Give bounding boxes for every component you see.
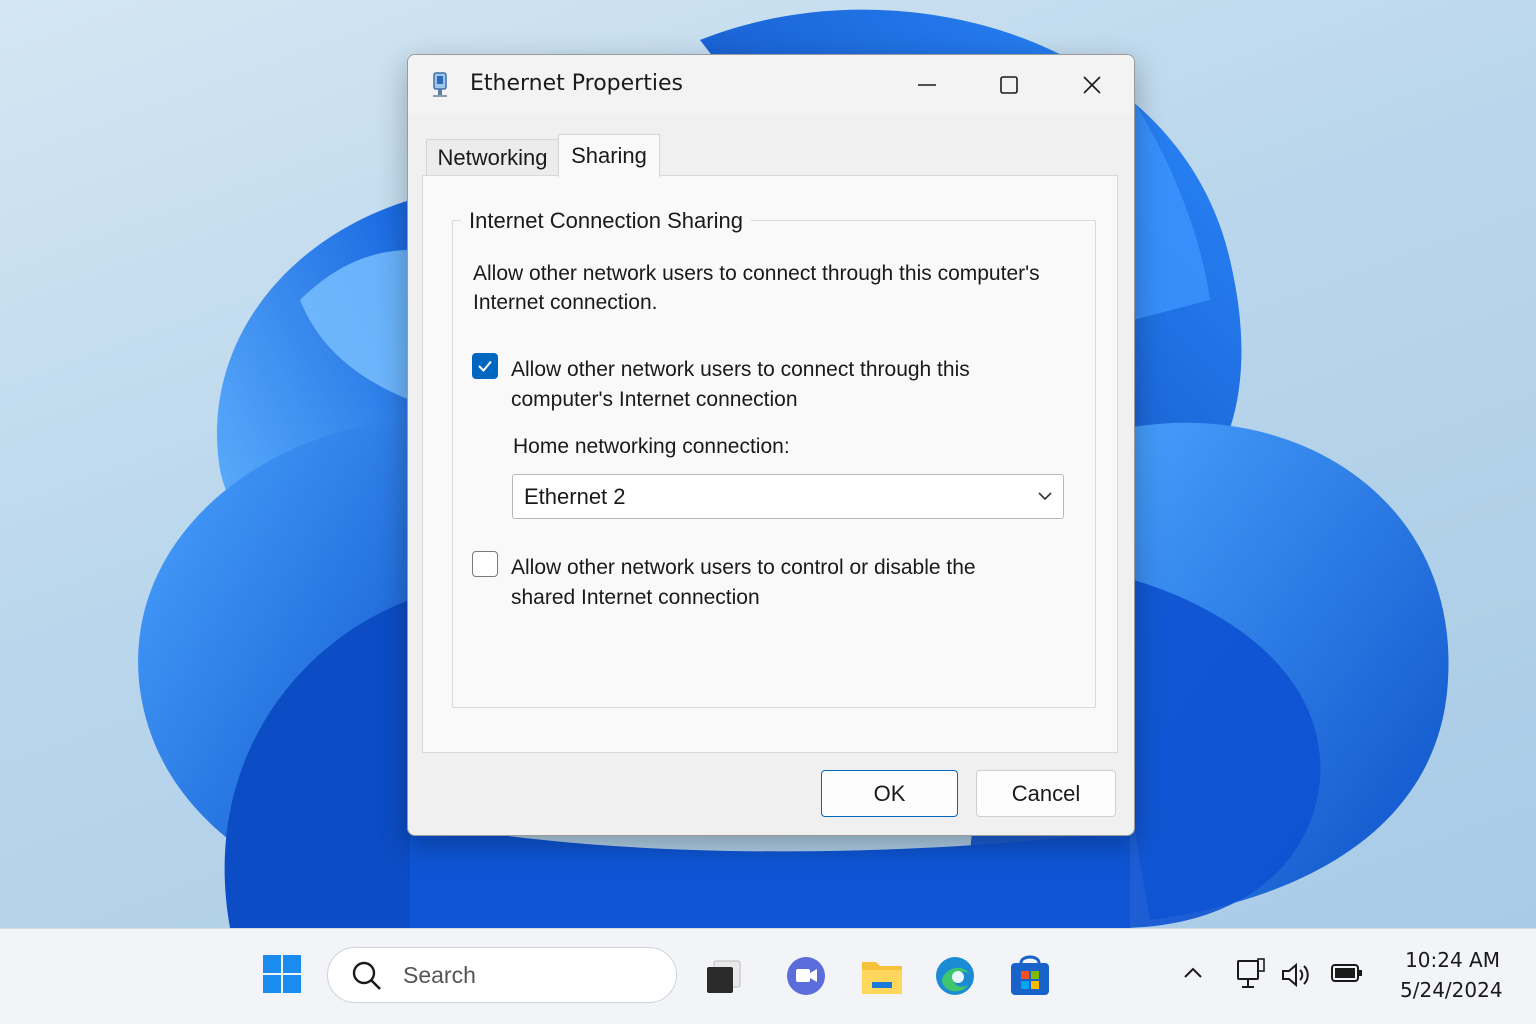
- ethernet-properties-dialog: Ethernet Properties Networking Sharing I…: [407, 54, 1135, 836]
- cancel-button[interactable]: Cancel: [976, 770, 1116, 817]
- title-bar[interactable]: Ethernet Properties: [408, 55, 1134, 115]
- checkmark-icon: [478, 360, 492, 372]
- tab-networking[interactable]: Networking: [426, 139, 559, 176]
- allow-control-label[interactable]: Allow other network users to control or …: [511, 553, 1031, 613]
- home-networking-select[interactable]: Ethernet 2: [512, 474, 1064, 519]
- taskbar-search-box[interactable]: Search: [327, 947, 677, 1003]
- allow-connect-checkbox[interactable]: [472, 353, 498, 379]
- tab-sharing[interactable]: Sharing: [558, 134, 660, 177]
- minimize-icon: [918, 84, 936, 86]
- system-clock[interactable]: 10:24 AM 5/24/2024: [1400, 945, 1503, 1005]
- volume-icon[interactable]: [1281, 961, 1311, 989]
- chevron-up-icon[interactable]: [1182, 963, 1204, 983]
- edge-browser-icon[interactable]: [934, 955, 976, 997]
- minimize-button[interactable]: [892, 63, 962, 107]
- home-networking-value: Ethernet 2: [524, 484, 626, 509]
- allow-control-checkbox[interactable]: [472, 551, 498, 577]
- sharing-tab-panel: Internet Connection Sharing Allow other …: [422, 175, 1118, 753]
- maximize-icon: [1000, 76, 1018, 94]
- home-networking-label: Home networking connection:: [513, 435, 790, 458]
- allow-connect-label[interactable]: Allow other network users to connect thr…: [511, 355, 1031, 415]
- search-icon: [352, 961, 381, 990]
- close-button[interactable]: [1057, 63, 1127, 107]
- file-explorer-icon[interactable]: [860, 956, 904, 996]
- battery-icon[interactable]: [1330, 963, 1364, 985]
- dialog-title: Ethernet Properties: [470, 71, 683, 96]
- task-view-icon[interactable]: [704, 959, 742, 995]
- clock-time: 10:24 AM: [1405, 948, 1500, 972]
- taskbar: Search 10:24 AM 5/24/2024: [0, 928, 1536, 1024]
- teams-chat-icon[interactable]: [785, 955, 827, 997]
- store-icon[interactable]: [1009, 953, 1051, 997]
- internet-connection-sharing-group: Internet Connection Sharing Allow other …: [452, 208, 1096, 708]
- close-icon: [1083, 76, 1101, 94]
- group-title: Internet Connection Sharing: [461, 208, 751, 234]
- windows-start-icon[interactable]: [262, 954, 302, 994]
- maximize-button[interactable]: [974, 63, 1044, 107]
- network-icon[interactable]: [1236, 957, 1266, 991]
- clock-date: 5/24/2024: [1400, 978, 1503, 1002]
- search-placeholder: Search: [403, 962, 476, 988]
- network-adapter-icon: [433, 72, 447, 97]
- chevron-down-icon: [1038, 492, 1052, 501]
- sharing-description: Allow other network users to connect thr…: [473, 262, 1040, 314]
- ok-button[interactable]: OK: [821, 770, 958, 817]
